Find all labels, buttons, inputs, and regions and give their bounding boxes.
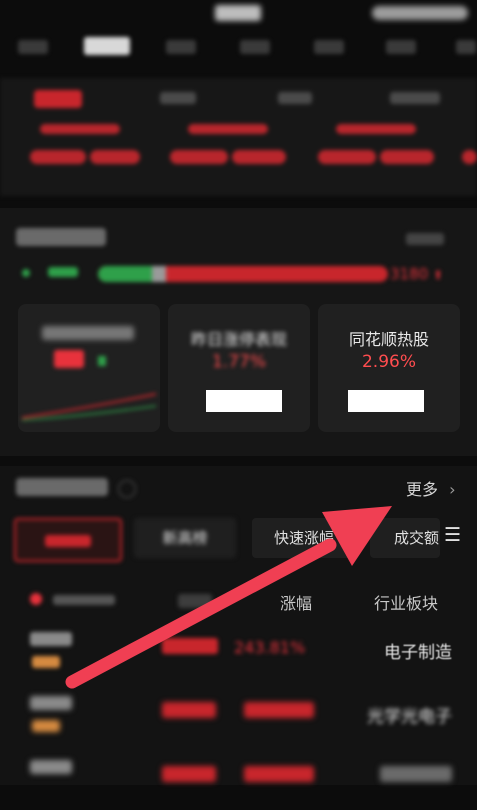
card-value: 1.77% <box>211 352 266 372</box>
stock-change <box>244 702 314 718</box>
tab-market-4[interactable] <box>240 40 270 54</box>
fall-arrow-icon: ⬆ <box>432 268 444 282</box>
stock-name <box>30 760 72 774</box>
filter-tab-turnover[interactable]: 成交额 <box>370 518 440 558</box>
stock-row[interactable] <box>16 756 460 810</box>
index-tab-4[interactable] <box>390 92 440 104</box>
stock-name <box>30 632 72 646</box>
mini-trend-chart <box>21 393 157 421</box>
heat-card-limit-up[interactable]: 昨日涨停表现 1.77% <box>168 304 310 432</box>
index-panel <box>0 78 477 196</box>
index-tab-2[interactable] <box>160 92 196 104</box>
rise-fall-ratio-bar <box>98 266 388 282</box>
stock-tag <box>32 720 60 732</box>
stock-row[interactable]: 光学光电子 <box>16 692 460 746</box>
heat-title <box>16 228 106 246</box>
stock-price <box>162 766 216 782</box>
stock-sector <box>380 766 452 782</box>
tab-market-1[interactable] <box>18 40 48 54</box>
tab-market-3[interactable] <box>166 40 196 54</box>
stock-price <box>162 638 218 654</box>
heat-more-link[interactable] <box>406 233 444 245</box>
stock-price <box>162 702 216 718</box>
column-stock[interactable] <box>30 590 116 609</box>
status-center-pill <box>215 5 261 21</box>
tab-market-7[interactable] <box>456 40 476 54</box>
card-title: 昨日涨停表现 <box>190 330 287 349</box>
index-tab-1[interactable] <box>34 90 82 108</box>
stock-tag <box>32 656 60 668</box>
filter-tab-fast-rise[interactable]: 快速涨幅 <box>252 518 356 558</box>
card-title: 同花顺热股 <box>348 330 429 349</box>
status-bar <box>0 0 477 26</box>
redaction-box <box>206 390 282 412</box>
tab-market-6[interactable] <box>386 40 416 54</box>
column-change[interactable]: 涨幅 <box>280 590 312 614</box>
fall-count: 3180 ⬆ <box>390 265 444 283</box>
market-tabs <box>0 28 477 72</box>
more-link[interactable]: 更多 › <box>406 476 456 500</box>
stock-sector: 电子制造 <box>384 643 452 663</box>
filter-tab-new-high[interactable]: 新高榜 <box>134 518 236 558</box>
card-title-blurred <box>42 326 134 340</box>
chevron-right-icon: › <box>449 480 456 499</box>
filter-tab-1[interactable] <box>14 518 122 562</box>
card-value-blurred <box>54 350 84 368</box>
index-card-4[interactable] <box>458 116 477 182</box>
index-tab-3[interactable] <box>278 92 312 104</box>
column-price[interactable] <box>178 594 212 608</box>
heat-card-index[interactable] <box>18 304 160 432</box>
tab-market-5[interactable] <box>314 40 344 54</box>
stock-name <box>30 696 72 710</box>
card-value: 2.96% <box>361 352 416 372</box>
card-rise-icon <box>98 356 106 366</box>
info-icon[interactable] <box>118 480 136 498</box>
hot-title <box>16 478 108 496</box>
rise-dot-icon <box>22 269 30 277</box>
stock-change: 243.81% <box>234 638 306 657</box>
stock-change <box>244 766 314 782</box>
index-card-3[interactable] <box>314 116 438 182</box>
rise-count <box>22 266 78 280</box>
index-card-1[interactable] <box>18 116 142 182</box>
market-heat-section: 3180 ⬆ 昨日涨停表现 1.77% 同花顺热股 2.96% <box>0 208 477 456</box>
sort-dot-icon <box>30 593 42 605</box>
status-icons <box>372 6 468 20</box>
heat-card-hot-stocks[interactable]: 同花顺热股 2.96% <box>318 304 460 432</box>
redaction-box <box>348 390 424 412</box>
stock-row[interactable]: 243.81% 电子制造 <box>16 628 460 682</box>
column-sector[interactable]: 行业板块 <box>374 590 438 614</box>
menu-icon[interactable]: ☰ <box>444 524 461 546</box>
stock-sector: 光学光电子 <box>367 707 452 727</box>
index-card-2[interactable] <box>166 116 290 182</box>
hot-stocks-section: 更多 › 新高榜 快速涨幅 成交额 ☰ 涨幅 行业板块 243.81% 电子制造… <box>0 466 477 785</box>
tab-market-2[interactable] <box>84 37 130 55</box>
